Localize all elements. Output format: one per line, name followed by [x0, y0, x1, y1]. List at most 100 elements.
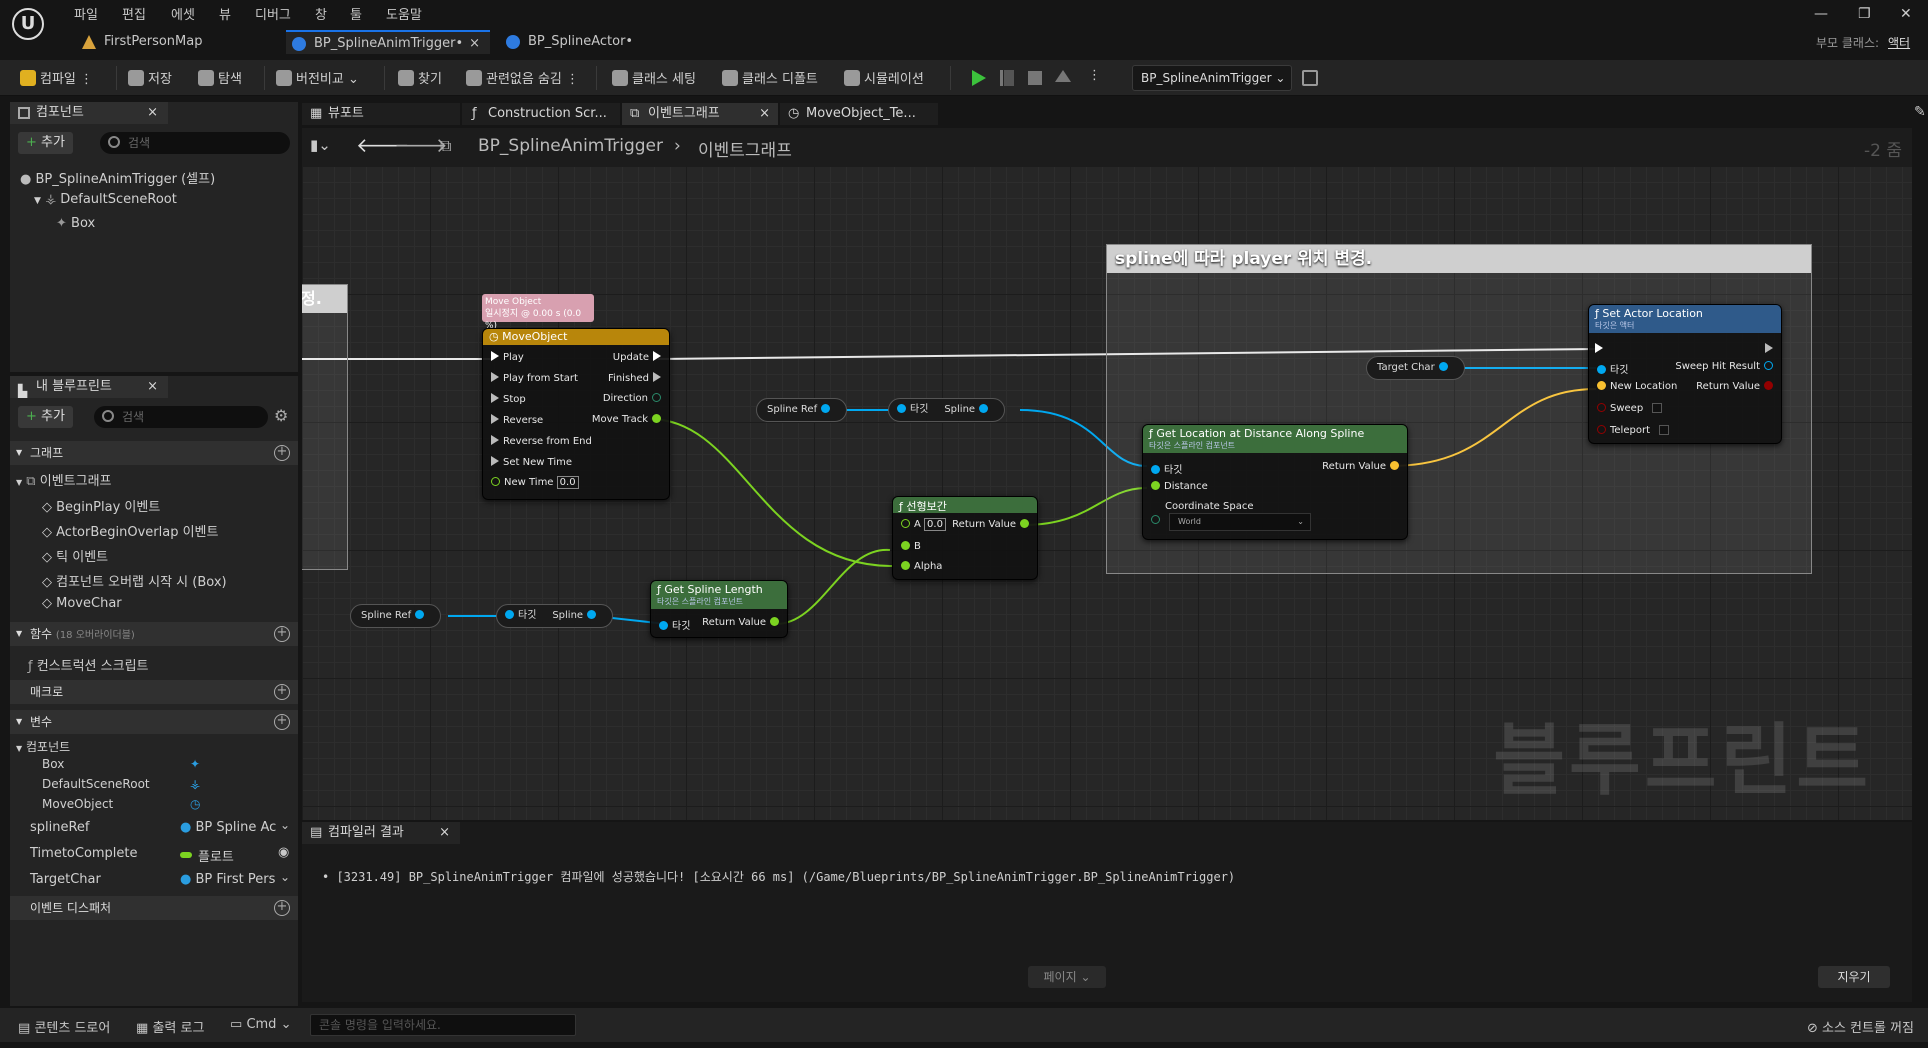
- set-actor-location-node[interactable]: ƒ Set Actor Location 타깃은 액터 타깃 New Locati…: [1588, 304, 1782, 444]
- content-drawer-button[interactable]: ▤ 콘텐츠 드로어: [18, 1017, 110, 1036]
- breadcrumb-root[interactable]: BP_SplineAnimTrigger: [478, 136, 663, 156]
- pin-a[interactable]: A 0.0: [897, 518, 946, 531]
- tab-compiler-results[interactable]: ▤ 컴파일러 결과 ×: [302, 822, 460, 844]
- pin-target[interactable]: 타깃: [1147, 461, 1182, 476]
- pin-value[interactable]: 0.0: [924, 518, 946, 531]
- event-item[interactable]: ◇ ActorBeginOverlap 이벤트: [42, 521, 218, 540]
- get-location-along-spline-node[interactable]: ƒ Get Location at Distance Along Spline 타…: [1142, 424, 1408, 540]
- section-graphs[interactable]: ▼ 그래프 +: [10, 441, 298, 465]
- advance-frame-icon[interactable]: [1000, 70, 1014, 86]
- add-graph-icon[interactable]: +: [274, 445, 290, 461]
- tab-bp-splineanimtrigger[interactable]: BP_SplineAnimTrigger• ×: [286, 30, 490, 54]
- pin-b[interactable]: B: [897, 541, 921, 552]
- enum-pin-icon[interactable]: [1151, 515, 1160, 524]
- get-spline-length-node[interactable]: ƒ Get Spline Length 타깃은 스플라인 컴포넌트 타깃 Retu…: [650, 580, 788, 638]
- tab-components[interactable]: 컴포넌트 ×: [10, 102, 168, 124]
- pin-target[interactable]: 타깃: [655, 617, 690, 632]
- event-item[interactable]: ◇ BeginPlay 이벤트: [42, 496, 160, 515]
- pin-value[interactable]: 0.0: [556, 476, 579, 489]
- event-graph-item[interactable]: ▼ ⧉ 이벤트그래프: [16, 470, 112, 489]
- tab-firstpersonmap[interactable]: FirstPersonMap: [76, 30, 276, 54]
- add-component-button[interactable]: + 추가: [18, 132, 73, 154]
- menu-edit[interactable]: 편집: [122, 4, 146, 23]
- spline-ref-getter[interactable]: Spline Ref: [756, 398, 848, 422]
- blueprint-search-input[interactable]: 검색: [94, 406, 268, 428]
- clear-button[interactable]: 지우기: [1818, 966, 1890, 988]
- close-icon[interactable]: ×: [759, 103, 770, 125]
- browse-button[interactable]: 탐색: [198, 68, 242, 87]
- menu-view[interactable]: 뷰: [219, 4, 231, 23]
- tab-event-graph[interactable]: ⧉ 이벤트그래프 ×: [622, 103, 778, 125]
- add-dispatcher-icon[interactable]: +: [274, 900, 290, 916]
- target-char-getter[interactable]: Target Char: [1366, 356, 1465, 380]
- pin-finished[interactable]: Finished: [608, 372, 665, 384]
- variable-timetocomplete[interactable]: TimetoComplete: [30, 846, 138, 861]
- console-input[interactable]: 콘솔 명령을 입력하세요.: [310, 1014, 576, 1036]
- variable-targetchar[interactable]: TargetChar: [30, 872, 101, 887]
- spline-member-getter[interactable]: 타깃 Spline: [888, 398, 1006, 422]
- eject-icon[interactable]: [1055, 70, 1071, 82]
- debug-object-select[interactable]: BP_SplineAnimTrigger ⌄: [1132, 65, 1292, 91]
- simulation-button[interactable]: 시뮬레이션: [844, 68, 924, 87]
- pin-set-new-time[interactable]: Set New Time: [487, 456, 572, 468]
- pin-move-track[interactable]: Move Track: [592, 414, 665, 425]
- spline-member-getter[interactable]: 타깃 Spline: [496, 604, 614, 628]
- component-var-moveobject[interactable]: MoveObject: [42, 797, 113, 811]
- breadcrumb-current[interactable]: 이벤트그래프: [698, 136, 792, 161]
- section-functions[interactable]: ▼ 함수 (18 오버라이더블) +: [10, 622, 298, 646]
- tab-bp-splineactor[interactable]: BP_SplineActor•: [500, 30, 660, 54]
- add-function-icon[interactable]: +: [274, 626, 290, 642]
- stop-icon[interactable]: [1028, 71, 1042, 85]
- event-item[interactable]: ◇ 틱 이벤트: [42, 546, 108, 565]
- exec-in-pin-icon[interactable]: [1595, 343, 1603, 353]
- unreal-logo-icon[interactable]: U: [12, 8, 44, 40]
- component-defaultsceneroot[interactable]: ▼ ⚶ DefaultSceneRoot: [34, 192, 177, 207]
- add-macro-icon[interactable]: +: [274, 684, 290, 700]
- find-button[interactable]: 찾기: [398, 68, 442, 87]
- component-var-box[interactable]: Box: [42, 757, 64, 771]
- close-icon[interactable]: ×: [469, 32, 480, 56]
- pencil-icon[interactable]: ✎: [1914, 104, 1926, 120]
- tab-my-blueprint[interactable]: ▙ 내 블루프린트 ×: [10, 376, 168, 398]
- pin-reverse[interactable]: Reverse: [487, 414, 543, 426]
- coordinate-space-select[interactable]: World ⌄: [1169, 513, 1311, 531]
- timeline-node[interactable]: ◷ MoveObject Play Play from Start Stop R…: [482, 328, 670, 500]
- restore-icon[interactable]: ❐: [1858, 6, 1871, 22]
- play-options-button[interactable]: ⋮: [1088, 68, 1101, 83]
- lerp-node[interactable]: ƒ 선형보간 A 0.0 B Alpha Return Value: [892, 496, 1038, 580]
- pin-direction[interactable]: Direction: [603, 393, 665, 404]
- variable-type[interactable]: ● BP Spline Ac: [180, 820, 280, 835]
- pin-sweep-hit-result[interactable]: Sweep Hit Result: [1675, 361, 1777, 372]
- class-settings-button[interactable]: 클래스 세팅: [612, 68, 696, 87]
- gear-icon[interactable]: ⚙: [274, 406, 288, 425]
- pin-distance[interactable]: Distance: [1147, 481, 1208, 492]
- components-search-input[interactable]: 검색: [100, 132, 290, 154]
- section-variables[interactable]: ▼ 변수 +: [10, 710, 298, 734]
- output-log-button[interactable]: ▦ 출력 로그: [136, 1017, 204, 1036]
- menu-tools[interactable]: 툴: [350, 4, 362, 23]
- spline-ref-getter[interactable]: Spline Ref: [350, 604, 442, 628]
- tab-construction-script[interactable]: ƒ Construction Scr...: [462, 103, 620, 125]
- parent-class-link[interactable]: 액터: [1888, 34, 1910, 51]
- add-variable-icon[interactable]: +: [274, 714, 290, 730]
- pin-return-value[interactable]: Return Value: [952, 519, 1033, 530]
- pin-new-time[interactable]: New Time 0.0: [487, 476, 579, 489]
- event-item[interactable]: ◇ MoveChar: [42, 596, 122, 611]
- page-dropdown[interactable]: 페이지 ⌄: [1028, 966, 1106, 988]
- pin-sweep[interactable]: Sweep: [1593, 403, 1663, 414]
- pin-stop[interactable]: Stop: [487, 393, 526, 405]
- exec-out-pin-icon[interactable]: [1765, 343, 1773, 353]
- close-icon[interactable]: ×: [439, 822, 450, 844]
- hide-unrelated-button[interactable]: 관련없음 숨김 ⋮: [466, 68, 579, 87]
- play-icon[interactable]: [972, 70, 986, 86]
- component-self[interactable]: ● BP_SplineAnimTrigger (셀프): [20, 168, 215, 187]
- eye-icon[interactable]: ◉: [278, 845, 289, 860]
- class-defaults-button[interactable]: 클래스 디폴트: [722, 68, 818, 87]
- component-box[interactable]: ✦ Box: [56, 216, 95, 231]
- menu-help[interactable]: 도움말: [386, 4, 422, 23]
- pin-update[interactable]: Update: [613, 351, 665, 363]
- section-event-dispatchers[interactable]: 이벤트 디스패처 +: [10, 896, 298, 920]
- components-group[interactable]: ▼ 컴포넌트: [16, 738, 70, 755]
- pin-play-from-start[interactable]: Play from Start: [487, 372, 578, 384]
- pin-reverse-from-end[interactable]: Reverse from End: [487, 435, 592, 447]
